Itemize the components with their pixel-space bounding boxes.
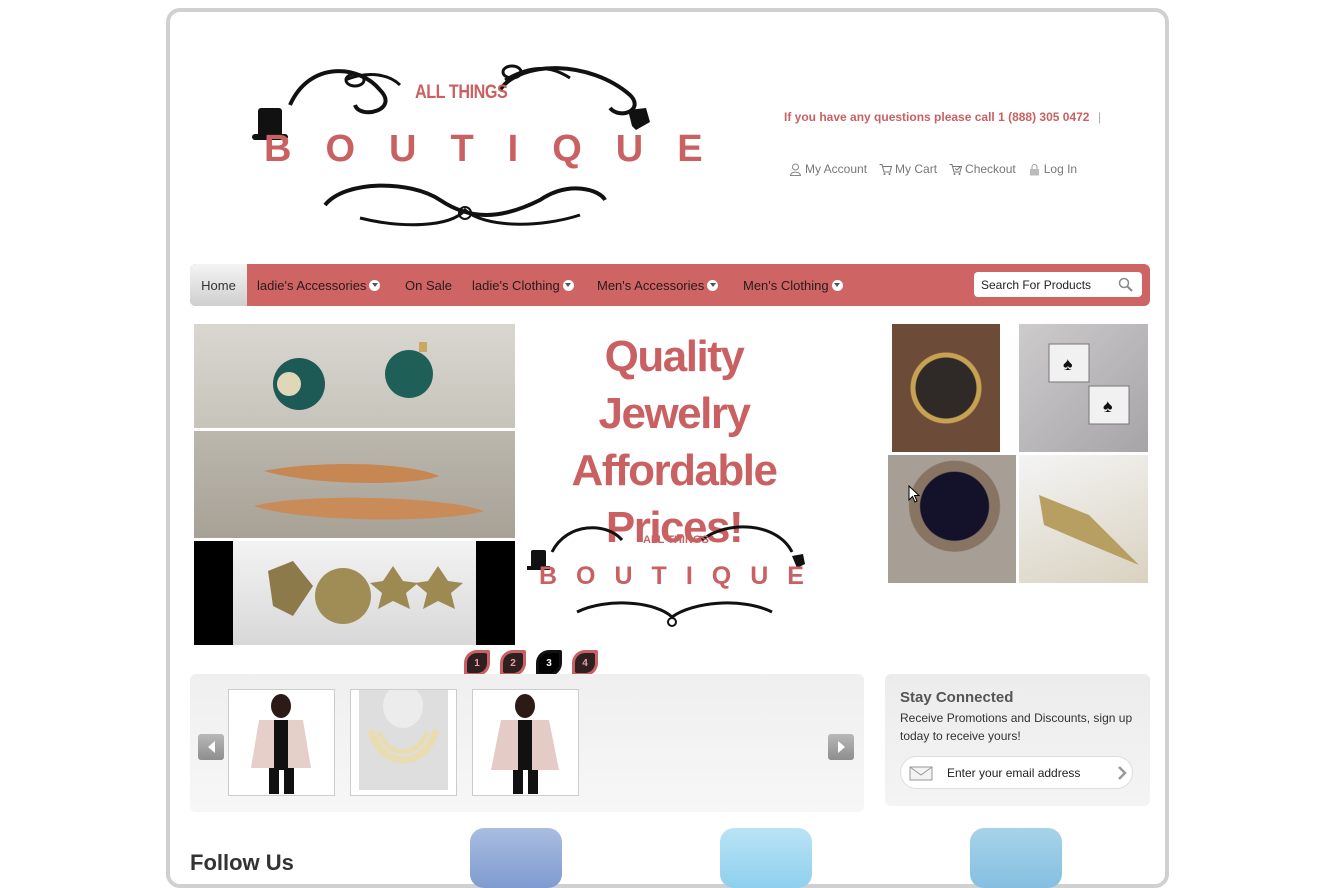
site-logo[interactable]: ALL THINGS BOUTIQUE bbox=[250, 50, 703, 230]
chevron-down-icon bbox=[831, 279, 843, 291]
nav-mens-clothing-label: Men's Clothing bbox=[743, 277, 829, 293]
skull-rings-image bbox=[268, 561, 463, 624]
slide-page-2[interactable]: 2 bbox=[500, 650, 526, 676]
email-field-wrapper bbox=[900, 756, 1133, 789]
promo-logo-big: BOUTIQUE bbox=[539, 562, 823, 590]
nav-home[interactable]: Home bbox=[190, 264, 247, 306]
nav-ladies-accessories-label: ladie's Accessories bbox=[257, 277, 367, 293]
product-carousel bbox=[190, 674, 864, 812]
svg-text:♠: ♠ bbox=[1103, 396, 1113, 416]
mouse-cursor-icon bbox=[908, 485, 920, 503]
promo-line-2: Affordable bbox=[571, 446, 779, 495]
search-icon[interactable] bbox=[1118, 277, 1133, 292]
promo-logo: ALL THINGS BOUTIQUE bbox=[527, 512, 807, 634]
necklace-product-image bbox=[359, 690, 448, 790]
checkout-icon bbox=[949, 163, 963, 175]
rings-photo bbox=[194, 541, 515, 645]
search-box bbox=[974, 272, 1142, 297]
armor-ring-image bbox=[1039, 495, 1139, 565]
cardigan-product-image bbox=[251, 694, 311, 794]
phone-separator: | bbox=[1098, 110, 1102, 124]
my-account-label: My Account bbox=[805, 162, 868, 176]
cufflinks-image: ♠ ♠ bbox=[1048, 343, 1130, 425]
email-input[interactable] bbox=[945, 764, 1109, 781]
earrings-photo bbox=[194, 324, 515, 428]
nav-ladies-accessories[interactable]: ladie's Accessories bbox=[257, 264, 381, 306]
promo-logo-small: ALL THINGS bbox=[643, 534, 709, 546]
follow-us-heading: Follow Us bbox=[190, 850, 294, 875]
product-thumb-necklace[interactable] bbox=[350, 689, 457, 796]
cardigan-product-image-2 bbox=[491, 694, 559, 794]
cufflinks-photo: ♠ ♠ bbox=[1019, 324, 1148, 452]
my-cart-link[interactable]: My Cart bbox=[879, 162, 937, 176]
log-in-label: Log In bbox=[1043, 162, 1078, 176]
nav-mens-clothing[interactable]: Men's Clothing bbox=[743, 264, 843, 306]
main-nav: Home ladie's Accessories On Sale ladie's… bbox=[190, 264, 1150, 306]
cart-icon bbox=[879, 163, 893, 175]
user-icon bbox=[789, 163, 802, 176]
nav-ladies-clothing[interactable]: ladie's Clothing bbox=[472, 264, 574, 306]
newsletter-box: Stay Connected Receive Promotions and Di… bbox=[885, 674, 1150, 806]
checkout-link[interactable]: Checkout bbox=[949, 162, 1016, 176]
apple-earrings-image bbox=[273, 342, 433, 410]
slide-page-4-label: 4 bbox=[575, 653, 595, 673]
slide-page-4[interactable]: 4 bbox=[572, 650, 598, 676]
rose-ring-photo bbox=[888, 455, 1016, 583]
my-cart-label: My Cart bbox=[895, 162, 938, 176]
rings-image-area bbox=[233, 541, 476, 645]
nav-mens-accessories-label: Men's Accessories bbox=[597, 277, 705, 293]
chevron-down-icon bbox=[562, 279, 574, 291]
carousel-prev-button[interactable] bbox=[198, 734, 224, 760]
gold-earrings-photo bbox=[194, 431, 515, 538]
logo-small-text: ALL THINGS bbox=[415, 82, 508, 103]
product-thumb-cardigan-2[interactable] bbox=[472, 689, 579, 796]
nav-on-sale-label: On Sale bbox=[405, 277, 452, 293]
twitter-icon[interactable] bbox=[720, 828, 812, 888]
logo-big-text: BOUTIQUE bbox=[264, 128, 737, 170]
slide-page-3[interactable]: 3 bbox=[536, 650, 562, 676]
lock-icon bbox=[1029, 163, 1039, 175]
nav-home-label: Home bbox=[201, 277, 236, 293]
slide-page-3-label: 3 bbox=[539, 653, 559, 673]
watch-photo bbox=[892, 324, 1000, 452]
my-account-link[interactable]: My Account bbox=[789, 162, 867, 176]
chevron-down-icon bbox=[707, 279, 719, 291]
svg-text:♠: ♠ bbox=[1063, 354, 1073, 374]
newsletter-heading: Stay Connected bbox=[900, 689, 1014, 706]
newsletter-text: Receive Promotions and Discounts, sign u… bbox=[900, 711, 1133, 743]
envelope-icon bbox=[909, 766, 933, 780]
slide-page-1[interactable]: 1 bbox=[464, 650, 490, 676]
product-thumb-cardigan[interactable] bbox=[228, 689, 335, 796]
promo-line-1: Quality Jewelry bbox=[598, 332, 751, 438]
slide-page-2-label: 2 bbox=[503, 653, 523, 673]
armor-ring-photo bbox=[1019, 455, 1148, 583]
checkout-label: Checkout bbox=[965, 162, 1016, 176]
account-links: My Account My Cart Checkout Log In bbox=[789, 162, 1077, 176]
nav-ladies-clothing-label: ladie's Clothing bbox=[472, 277, 560, 293]
submit-arrow-icon[interactable] bbox=[1117, 765, 1127, 780]
carousel-next-button[interactable] bbox=[828, 734, 854, 760]
nav-mens-accessories[interactable]: Men's Accessories bbox=[597, 264, 719, 306]
teardrop-earrings-image bbox=[254, 464, 484, 520]
slider-pager: 1 2 3 4 bbox=[464, 650, 598, 676]
chevron-down-icon bbox=[369, 279, 381, 291]
log-in-link[interactable]: Log In bbox=[1028, 162, 1077, 176]
search-input[interactable] bbox=[979, 276, 1118, 293]
linkedin-icon[interactable] bbox=[970, 828, 1062, 888]
facebook-icon[interactable] bbox=[470, 828, 562, 888]
slide-page-1-label: 1 bbox=[467, 653, 487, 673]
nav-on-sale[interactable]: On Sale bbox=[405, 264, 452, 306]
phone-text: If you have any questions please call 1 … bbox=[784, 110, 1090, 124]
